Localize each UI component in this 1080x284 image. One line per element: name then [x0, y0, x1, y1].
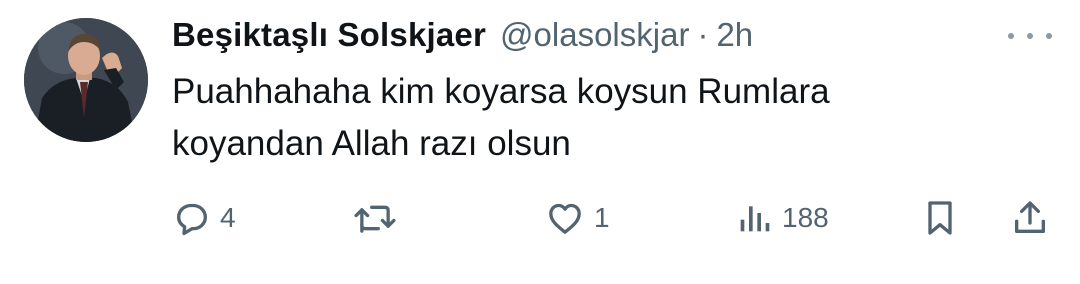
separator-dot: ·: [697, 16, 709, 53]
tweet-text-line: Puahhahaha kim koyarsa koysun Rumlara: [172, 72, 830, 111]
avatar-image: [24, 18, 148, 142]
like-count: 1: [594, 202, 610, 233]
more-dot: [1008, 33, 1014, 39]
reply-count: 4: [220, 202, 236, 233]
action-bar: 4 1 188: [172, 192, 1062, 244]
views-icon: [740, 206, 770, 232]
heart-icon: [549, 203, 581, 234]
more-icon[interactable]: [1008, 24, 1052, 48]
views-count: 188: [782, 202, 829, 233]
more-dot: [1027, 33, 1033, 39]
retweet-button[interactable]: [352, 192, 406, 244]
tweet-header: Beşiktaşlı Solskjaer @olasolskjar · 2h: [172, 16, 753, 62]
retweet-icon: [354, 205, 396, 233]
tweet-text-line: koyandan Allah razı olsun: [172, 124, 571, 163]
tweet[interactable]: Beşiktaşlı Solskjaer @olasolskjar · 2h P…: [0, 0, 1080, 284]
display-name[interactable]: Beşiktaşlı Solskjaer: [172, 16, 486, 54]
timestamp[interactable]: 2h: [716, 16, 753, 54]
share-icon: [1015, 201, 1045, 233]
bookmark-button[interactable]: [920, 192, 960, 244]
share-button[interactable]: [1010, 192, 1050, 244]
views-button[interactable]: 188: [734, 192, 829, 244]
more-dot: [1046, 33, 1052, 39]
like-button[interactable]: 1: [544, 192, 610, 244]
avatar[interactable]: [24, 18, 148, 142]
bookmark-icon: [928, 201, 952, 235]
reply-icon: [177, 203, 207, 236]
reply-button[interactable]: 4: [172, 192, 236, 244]
handle[interactable]: @olasolskjar: [500, 16, 689, 54]
tweet-text: Puahhahaha kim koyarsa koysun Rumlara ko…: [172, 66, 992, 170]
